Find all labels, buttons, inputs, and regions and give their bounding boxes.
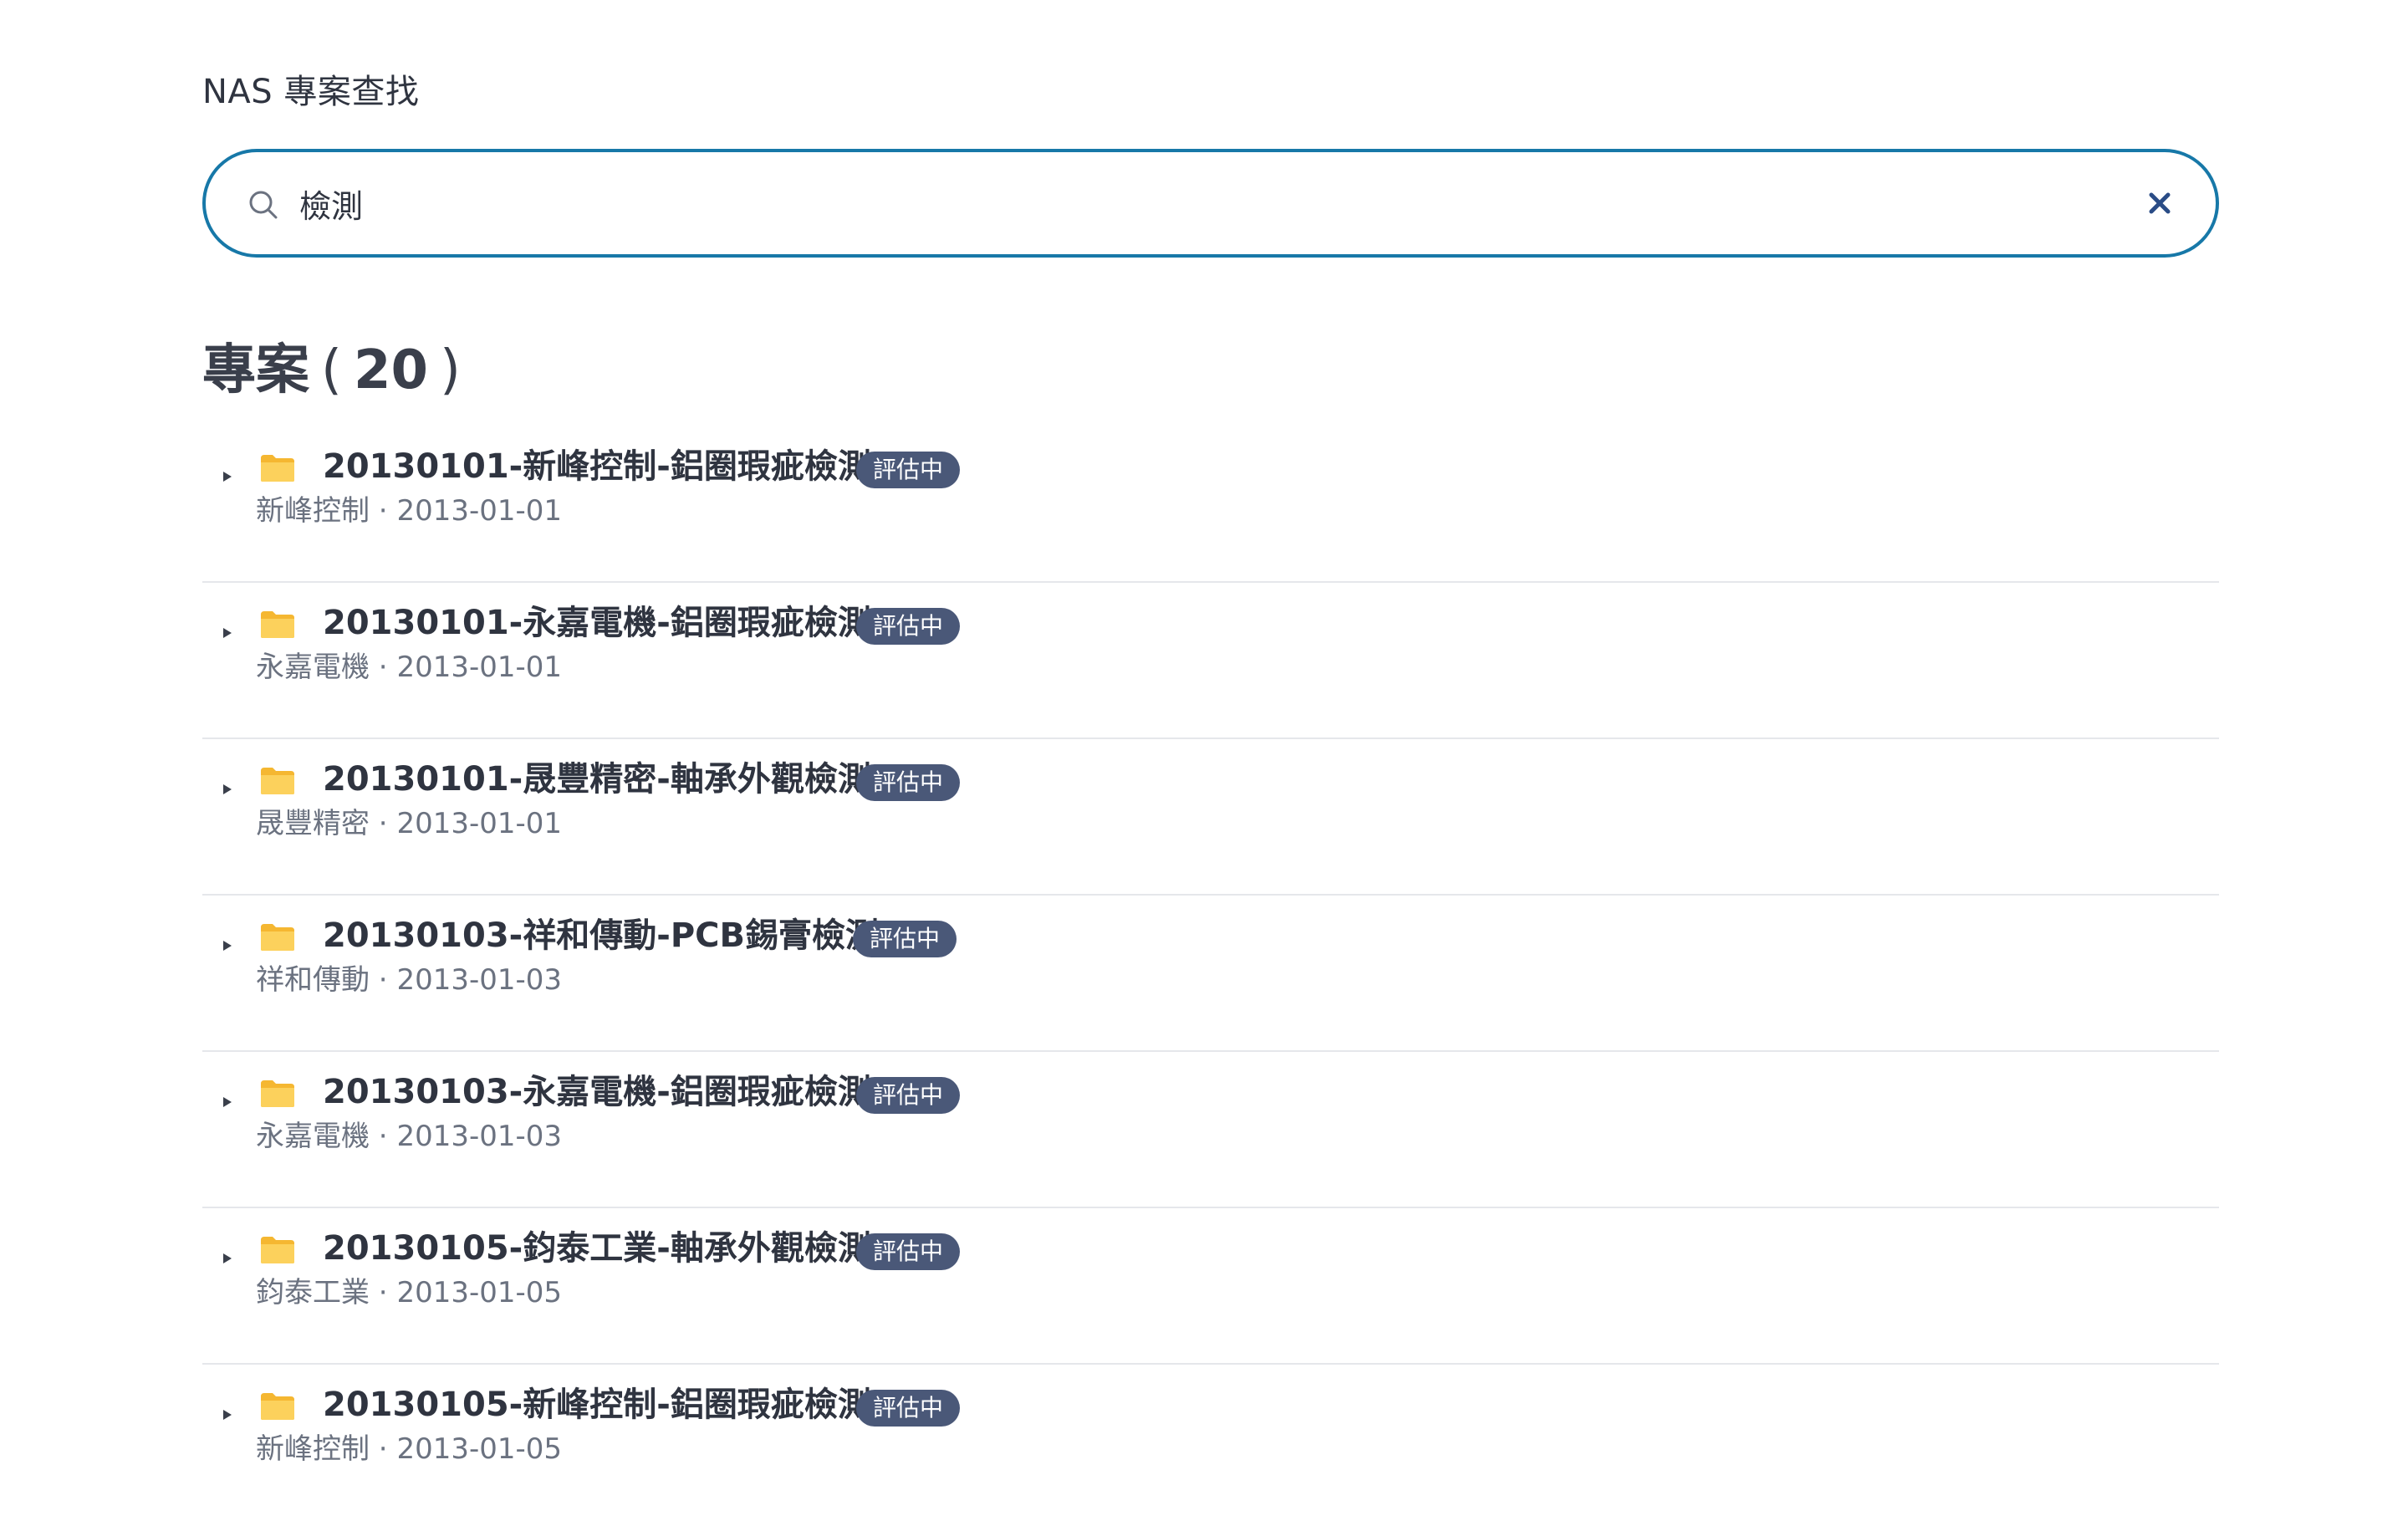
expand-toggle[interactable] <box>217 1092 237 1112</box>
close-icon <box>2149 192 2171 214</box>
folder-icon <box>261 611 294 638</box>
folder-icon <box>261 1080 294 1107</box>
project-date: 2013-01-03 <box>396 963 563 997</box>
search-input[interactable] <box>299 172 2055 234</box>
caret-right-icon <box>223 784 232 794</box>
caret-right-icon <box>223 1253 232 1263</box>
caret-right-icon <box>223 472 232 482</box>
expand-toggle[interactable] <box>217 936 237 956</box>
search-icon <box>249 191 278 219</box>
results-label: 專案 <box>202 339 309 401</box>
status-badge: 評估中 <box>856 1390 961 1427</box>
project-list: 20130101-新峰控制-鋁圈瑕疵檢測 評估中 新峰控制 · 2013-01-… <box>202 426 2219 1521</box>
project-title[interactable]: 20130101-新峰控制-鋁圈瑕疵檢測 <box>323 441 871 492</box>
status-badge: 評估中 <box>856 608 961 645</box>
project-row[interactable]: 20130105-鈞泰工業-軸承外觀檢測 評估中 鈞泰工業 · 2013-01-… <box>202 1208 2219 1365</box>
open-paren: ( <box>321 339 342 401</box>
project-row[interactable]: 20130103-永嘉電機-鋁圈瑕疵檢測 評估中 永嘉電機 · 2013-01-… <box>202 1052 2219 1208</box>
project-meta: 永嘉電機 · 2013-01-01 <box>256 651 563 684</box>
nas-project-search-page: NAS 專案查找 專案 ( 20 ) 20130 <box>202 0 2219 1505</box>
project-client: 晟豐精密 <box>256 807 370 840</box>
clear-search-button[interactable] <box>2137 181 2182 226</box>
folder-icon <box>261 455 294 482</box>
project-meta: 新峰控制 · 2013-01-01 <box>256 494 563 528</box>
status-badge: 評估中 <box>856 1077 961 1114</box>
project-meta: 永嘉電機 · 2013-01-03 <box>256 1120 563 1153</box>
project-row[interactable]: 20130103-祥和傳動-PCB錫膏檢測 評估中 祥和傳動 · 2013-01… <box>202 896 2219 1052</box>
project-title[interactable]: 20130105-新峰控制-鋁圈瑕疵檢測 <box>323 1380 871 1430</box>
project-meta: 祥和傳動 · 2013-01-03 <box>256 963 563 997</box>
project-client: 鈞泰工業 <box>256 1276 370 1309</box>
folder-icon <box>261 1237 294 1263</box>
expand-toggle[interactable] <box>217 1248 237 1268</box>
caret-right-icon <box>223 628 232 638</box>
project-client: 祥和傳動 <box>256 963 370 997</box>
folder-icon <box>261 1393 294 1420</box>
folder-icon <box>261 924 294 951</box>
project-row[interactable]: 20130101-永嘉電機-鋁圈瑕疵檢測 評估中 永嘉電機 · 2013-01-… <box>202 583 2219 739</box>
search-bar[interactable] <box>202 149 2219 258</box>
project-meta: 晟豐精密 · 2013-01-01 <box>256 807 563 840</box>
project-row[interactable]: 20130101-新峰控制-鋁圈瑕疵檢測 評估中 新峰控制 · 2013-01-… <box>202 426 2219 583</box>
project-date: 2013-01-03 <box>396 1120 563 1153</box>
project-client: 新峰控制 <box>256 494 370 528</box>
status-badge: 評估中 <box>856 452 961 488</box>
folder-icon <box>261 768 294 794</box>
expand-toggle[interactable] <box>217 623 237 643</box>
project-date: 2013-01-01 <box>396 807 563 840</box>
results-count: 20 <box>353 339 429 401</box>
expand-toggle[interactable] <box>217 1405 237 1425</box>
caret-right-icon <box>223 941 232 951</box>
caret-right-icon <box>223 1410 232 1420</box>
project-title[interactable]: 20130103-永嘉電機-鋁圈瑕疵檢測 <box>323 1067 871 1117</box>
project-client: 永嘉電機 <box>256 1120 370 1153</box>
project-client: 永嘉電機 <box>256 651 370 684</box>
project-date: 2013-01-01 <box>396 494 563 528</box>
project-date: 2013-01-05 <box>396 1432 563 1466</box>
close-paren: ) <box>440 339 461 401</box>
project-title[interactable]: 20130101-晟豐精密-軸承外觀檢測 <box>323 754 871 804</box>
project-date: 2013-01-05 <box>396 1276 563 1309</box>
project-title[interactable]: 20130103-祥和傳動-PCB錫膏檢測 <box>323 911 879 961</box>
expand-toggle[interactable] <box>217 779 237 799</box>
project-title[interactable]: 20130105-鈞泰工業-軸承外觀檢測 <box>323 1223 871 1273</box>
status-badge: 評估中 <box>853 921 957 957</box>
project-row[interactable]: 20130101-晟豐精密-軸承外觀檢測 評估中 晟豐精密 · 2013-01-… <box>202 739 2219 896</box>
project-client: 新峰控制 <box>256 1432 370 1466</box>
project-meta: 新峰控制 · 2013-01-05 <box>256 1432 563 1466</box>
project-date: 2013-01-01 <box>396 651 563 684</box>
caret-right-icon <box>223 1097 232 1107</box>
app-title: NAS 專案查找 <box>202 73 420 111</box>
results-heading: 專案 ( 20 ) <box>202 333 472 408</box>
project-title[interactable]: 20130101-永嘉電機-鋁圈瑕疵檢測 <box>323 598 871 648</box>
status-badge: 評估中 <box>856 764 961 801</box>
expand-toggle[interactable] <box>217 467 237 487</box>
status-badge: 評估中 <box>856 1233 961 1270</box>
project-meta: 鈞泰工業 · 2013-01-05 <box>256 1276 563 1309</box>
project-row[interactable]: 20130105-新峰控制-鋁圈瑕疵檢測 評估中 新峰控制 · 2013-01-… <box>202 1365 2219 1521</box>
